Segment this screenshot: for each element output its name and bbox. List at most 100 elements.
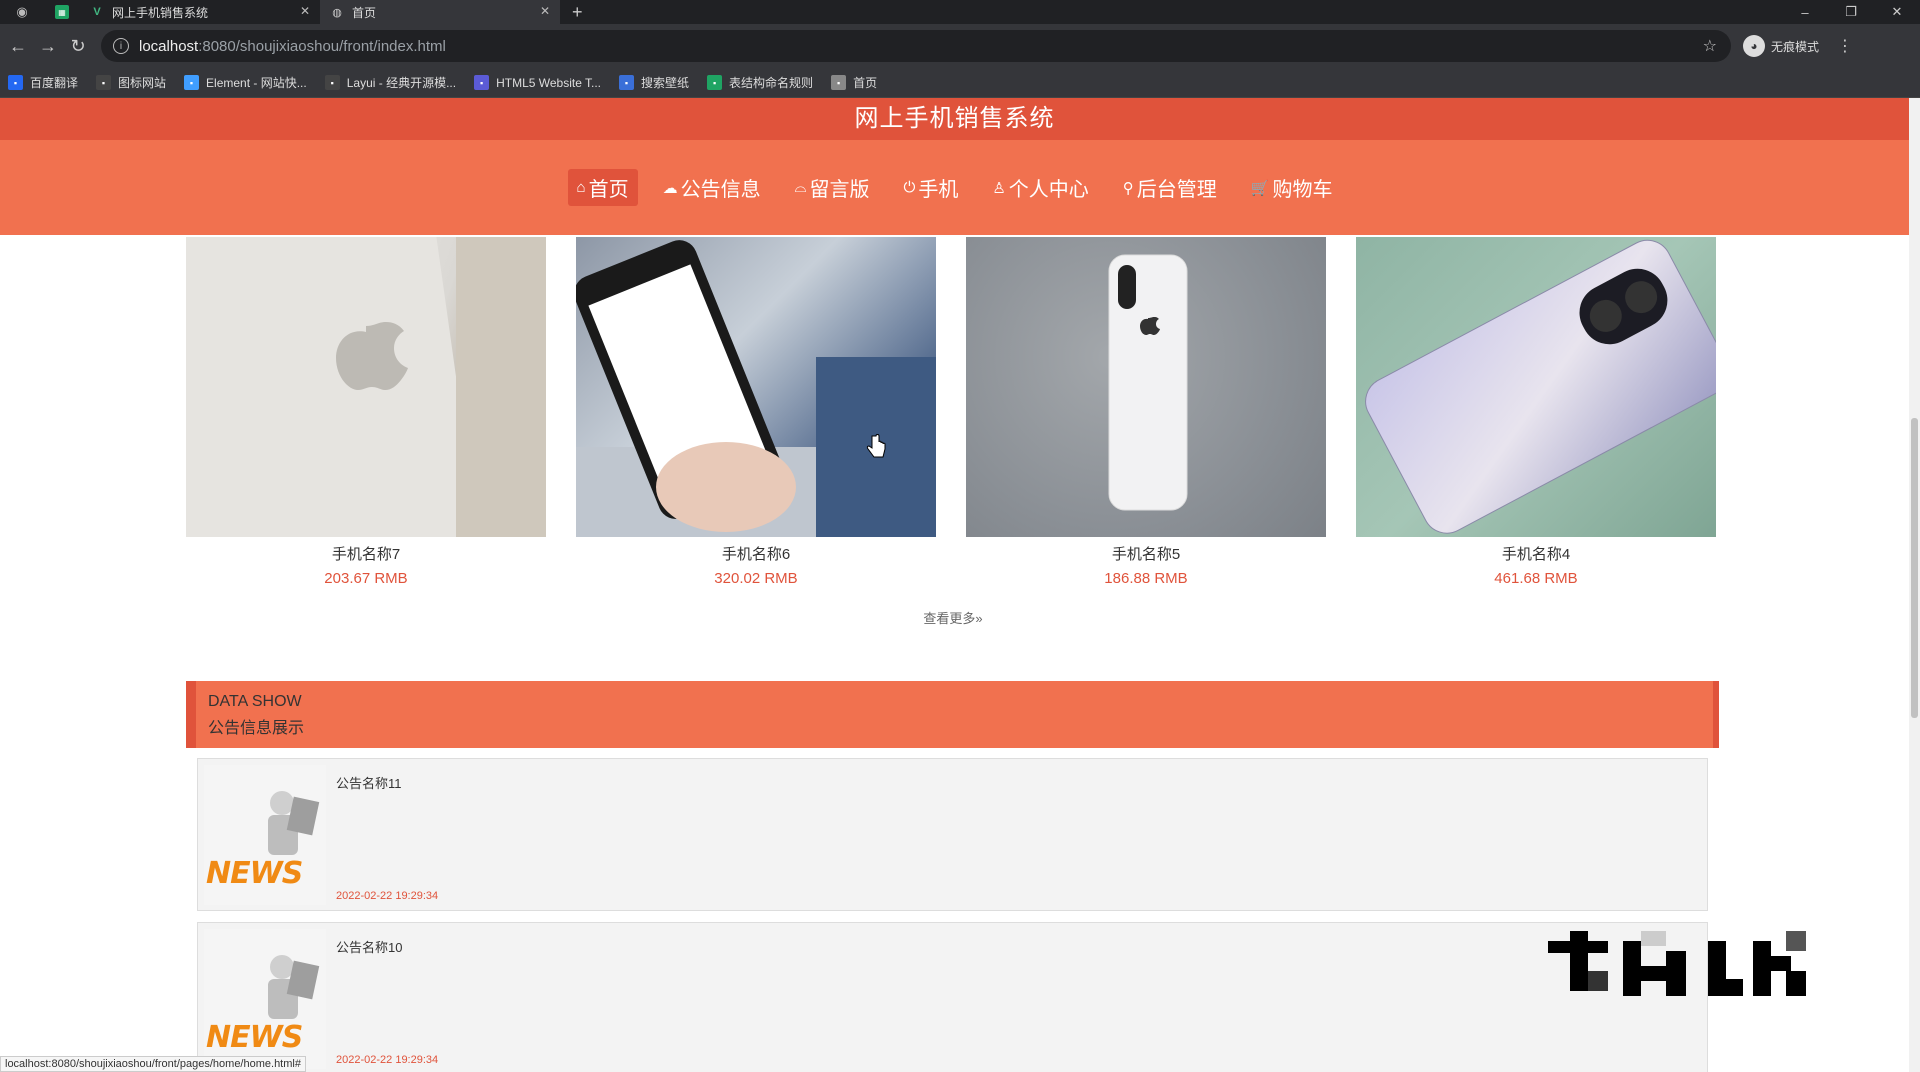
tab-home[interactable]: ◍ 首页 ✕ [320,0,560,24]
news-thumbnail[interactable]: NEWS [204,765,326,905]
product-name[interactable]: 手机名称4 [1356,543,1716,564]
product-price: 461.68 RMB [1494,570,1578,587]
notice-date: 2022-02-22 19:29:34 [336,1054,439,1066]
product-name[interactable]: 手机名称6 [576,543,936,564]
vue-icon: V [93,6,101,18]
tab-title: 首页 [352,5,377,20]
browser-tab-bar: ◉ ▦ V 网上手机销售系统 ✕ ◍ 首页 ✕ + – ❐ ✕ [0,0,1920,24]
nav-icon: ☁ [662,179,678,197]
bookmark-item[interactable]: ▪ 图标网站 [96,74,166,91]
product-card[interactable]: 手机名称7 203.67 RMB [186,237,546,587]
view-more-link[interactable]: 查看更多» [0,608,1906,627]
product-name[interactable]: 手机名称7 [186,543,546,564]
notice-title[interactable]: 公告名称11 [336,773,402,792]
product-image[interactable] [1356,237,1716,537]
window-controls: – ❐ ✕ [1782,0,1920,24]
notice-title[interactable]: 公告名称10 [336,937,402,956]
bookmark-item[interactable]: ▪ 搜索壁纸 [619,74,689,91]
sheet-icon: ▪ [707,75,723,90]
bookmark-item[interactable]: ▪ HTML5 Website T... [474,75,601,90]
tab-app[interactable]: V 网上手机销售系统 ✕ [80,0,320,24]
incognito-profile[interactable]: ◕ 无痕模式 [1743,35,1819,57]
element-icon: ▪ [184,75,200,90]
product-list: 手机名称7 203.67 RMB 手机名称6 320.02 RMB 手机名称5 … [186,237,1719,587]
phone-back-illustration [186,237,546,537]
bookmark-item[interactable]: ▪ Element - 网站快... [184,74,307,91]
url-input[interactable]: i localhost:8080/shoujixiaoshou/front/in… [101,30,1731,62]
product-price: 203.67 RMB [324,570,408,587]
close-icon[interactable]: ✕ [300,4,310,18]
nav-label: 留言版 [809,179,870,201]
product-image[interactable] [186,237,546,537]
nav-item[interactable]: ⌂ 首页 [567,169,638,206]
page-viewport: 网上手机销售系统 ⌂ 首页 ☁ 公告信息 ⌓ 留言版 ⏻ 手机 ♙ 个人中心 ⚲ 后台管理 🛒 购物车 手… [0,98,1909,1072]
pixelated-watermark [1548,931,1806,996]
nav-item[interactable]: ☁ 公告信息 [654,169,770,206]
news-word: NEWS [206,856,303,891]
nav-label: 公告信息 [680,179,761,201]
news-thumbnail[interactable]: NEWS [204,929,326,1069]
notice-item[interactable]: NEWS 公告名称11 2022-02-22 19:29:34 [197,758,1708,911]
nav-label: 手机 [918,179,959,201]
main-nav: ⌂ 首页 ☁ 公告信息 ⌓ 留言版 ⏻ 手机 ♙ 个人中心 ⚲ 后台管理 🛒 购物车 [0,140,1909,235]
section-zh-title: 公告信息展示 [208,720,305,737]
chrome-menu-icon[interactable]: ◉ [0,0,44,24]
product-card[interactable]: 手机名称5 186.88 RMB [966,237,1326,587]
nav-label: 个人中心 [1008,179,1089,201]
product-image[interactable] [966,237,1326,537]
bookmark-label: 图标网站 [118,76,167,90]
bookmark-label: 百度翻译 [30,76,79,90]
product-card[interactable]: 手机名称6 320.02 RMB [576,237,936,587]
bookmark-item[interactable]: ▪ 表结构命名规则 [707,74,813,91]
pinned-tab[interactable]: ▦ [44,0,80,24]
nav-item[interactable]: ⌓ 留言版 [786,169,879,206]
product-price: 320.02 RMB [714,570,798,587]
section-en-title: DATA SHOW [208,693,302,710]
product-card[interactable]: 手机名称4 461.68 RMB [1356,237,1716,587]
close-window-icon[interactable]: ✕ [1874,0,1920,24]
browser-menu-icon[interactable]: ⋮ [1837,36,1853,56]
url-path: :8080/shoujixiaoshou/front/index.html [198,37,446,55]
globe-icon: ▪ [831,75,847,90]
hand-phone-illustration [576,240,936,537]
bookmark-item[interactable]: ▪ 百度翻译 [8,74,78,91]
nav-icon: ⏻ [903,179,916,196]
scrollbar-thumb[interactable] [1911,418,1918,718]
minimize-icon[interactable]: – [1782,0,1828,24]
close-icon[interactable]: ✕ [540,4,550,18]
bookmark-label: Element - 网站快... [206,76,307,90]
product-image[interactable] [576,237,936,537]
reload-icon[interactable]: ↻ [63,36,93,57]
nav-icon: ⌓ [794,179,807,196]
nav-icon: ♙ [992,179,1006,197]
bookmark-item[interactable]: ▪ 首页 [831,74,877,91]
notice-section-header: DATA SHOW 公告信息展示 [186,681,1719,748]
nav-item[interactable]: ⏻ 手机 [894,169,967,206]
nav-icon: ⚲ [1122,179,1134,197]
status-bar-url: localhost:8080/shoujixiaoshou/front/page… [0,1056,306,1072]
new-tab-button[interactable]: + [560,2,595,23]
profile-label: 无痕模式 [1771,39,1820,54]
nav-label: 后台管理 [1136,179,1217,201]
nav-item[interactable]: 🛒 购物车 [1242,169,1342,206]
bookmark-label: HTML5 Website T... [496,75,602,90]
hand-cursor-icon [866,434,886,458]
bookmark-label: 表结构命名规则 [729,76,814,90]
globe-icon: ◍ [332,6,342,19]
restore-icon[interactable]: ❐ [1828,0,1874,24]
forward-icon[interactable]: → [33,36,63,57]
flag-icon: ▪ [96,75,112,90]
nav-label: 首页 [588,179,629,201]
info-icon[interactable]: i [113,38,129,54]
layui-icon: ▪ [324,75,340,90]
page-scrollbar[interactable] [1909,98,1920,1072]
nav-item[interactable]: ⚲ 后台管理 [1114,169,1226,206]
back-icon[interactable]: ← [3,36,33,57]
news-word: NEWS [206,1020,303,1055]
bookmark-item[interactable]: ▪ Layui - 经典开源模... [324,74,456,91]
sheet-icon: ▦ [55,5,69,19]
nav-item[interactable]: ♙ 个人中心 [983,169,1097,206]
product-name[interactable]: 手机名称5 [966,543,1326,564]
bookmark-star-icon[interactable]: ☆ [1703,36,1717,56]
notice-item[interactable]: NEWS 公告名称10 2022-02-22 19:29:34 [197,922,1708,1072]
